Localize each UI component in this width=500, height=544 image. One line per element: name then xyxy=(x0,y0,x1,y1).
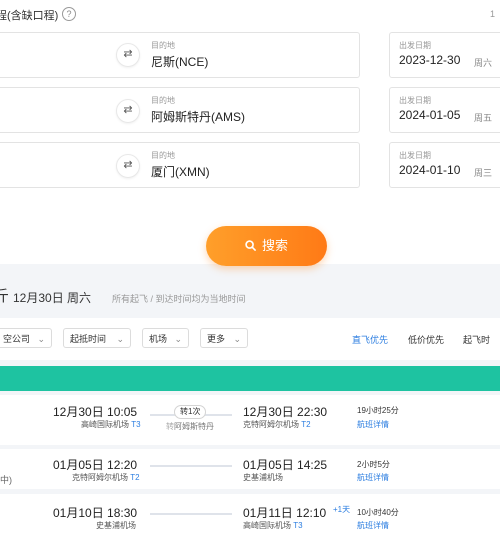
search-button[interactable]: 搜索 xyxy=(206,226,327,266)
route-line xyxy=(150,513,232,515)
flight-duration: 10小时40分 xyxy=(357,508,399,517)
departure-airport: 高崎国际机场 T3 xyxy=(81,420,141,429)
search-button-label: 搜索 xyxy=(261,238,288,253)
arrival-time: 12月30日 22:30 xyxy=(243,405,328,419)
sort-lowest-price[interactable]: 低价优先 xyxy=(408,333,444,346)
results-heading-prefix: 斤 xyxy=(0,288,10,305)
arrival-airport: 史基浦机场 xyxy=(243,473,283,482)
destination-value[interactable]: 阿姆斯特丹(AMS) xyxy=(151,108,245,125)
arrival-airport: 高崎国际机场 T3 xyxy=(243,521,303,530)
filter-airline[interactable]: 空公司 ⌄ xyxy=(0,328,52,348)
swap-icon[interactable]: ⇄ xyxy=(116,154,140,178)
swap-icon[interactable]: ⇄ xyxy=(116,43,140,67)
flight-duration: 2小时5分 xyxy=(357,460,390,469)
results-date-heading: 12月30日 周六 xyxy=(13,291,92,305)
flight-detail-link[interactable]: 航班详情 xyxy=(357,520,389,531)
arrival-time: 01月11日 12:10 xyxy=(243,506,327,520)
departure-date-value[interactable]: 2024-01-10 xyxy=(399,163,460,177)
sort-direct-first[interactable]: 直飞优先 xyxy=(352,333,388,346)
filter-label: 更多 xyxy=(207,334,226,344)
arrival-airport: 克特阿姆尔机场 T2 xyxy=(243,420,311,429)
swap-icon[interactable]: ⇄ xyxy=(116,99,140,123)
weekday-label: 周五 xyxy=(474,113,493,123)
weekday-label: 周三 xyxy=(474,168,493,178)
stop-city: 转阿姆斯特丹 xyxy=(166,422,214,431)
result-banner xyxy=(0,366,500,391)
departure-time: 12月30日 10:05 xyxy=(53,405,138,419)
departure-date-value[interactable]: 2024-01-05 xyxy=(399,108,460,122)
header-right-text: 1 xyxy=(490,9,496,19)
chevron-down-icon: ⌄ xyxy=(37,334,45,344)
chevron-down-icon: ⌄ xyxy=(233,334,241,344)
help-icon[interactable]: ? xyxy=(62,7,76,21)
departure-date-label: 出发日期 xyxy=(399,41,431,50)
departure-date-value[interactable]: 2023-12-30 xyxy=(399,53,460,67)
stop-badge[interactable]: 转1次 xyxy=(174,405,207,419)
arrival-time: 01月05日 14:25 xyxy=(243,458,328,472)
destination-label: 目的地 xyxy=(151,96,175,105)
destination-value[interactable]: 厦门(XMN) xyxy=(151,163,210,180)
flight-detail-link[interactable]: 航班详情 xyxy=(357,419,389,430)
local-time-note: 所有起飞 / 到达时间均为当地时间 xyxy=(112,294,246,304)
next-day-badge: +1天 xyxy=(333,505,351,514)
chevron-down-icon: ⌄ xyxy=(116,334,124,344)
search-icon xyxy=(245,226,256,266)
flight-detail-link[interactable]: 航班详情 xyxy=(357,472,389,483)
departure-airport: 克特阿姆尔机场 T2 xyxy=(72,473,140,482)
filter-label: 空公司 xyxy=(3,334,31,344)
departure-date-label: 出发日期 xyxy=(399,96,431,105)
cabin-tag: (中) xyxy=(0,475,12,485)
departure-airport: 史基浦机场 xyxy=(96,521,136,530)
flight-search-page: 程(含缺口程) ? 1 ⇄ 目的地 尼斯(NCE) 出发日期 2023-12-3… xyxy=(0,0,500,544)
filter-label: 起抵时间 xyxy=(70,334,107,344)
filter-label: 机场 xyxy=(149,334,168,344)
filter-more[interactable]: 更多 ⌄ xyxy=(200,328,248,348)
departure-date-label: 出发日期 xyxy=(399,151,431,160)
filter-airport[interactable]: 机场 ⌄ xyxy=(142,328,189,348)
trip-type-title: 程(含缺口程) xyxy=(0,10,59,22)
filter-time[interactable]: 起抵时间 ⌄ xyxy=(63,328,131,348)
flight-duration: 19小时25分 xyxy=(357,406,399,415)
departure-time: 01月10日 18:30 xyxy=(53,506,138,520)
weekday-label: 周六 xyxy=(474,58,493,68)
destination-value[interactable]: 尼斯(NCE) xyxy=(151,53,208,70)
chevron-down-icon: ⌄ xyxy=(174,334,182,344)
destination-label: 目的地 xyxy=(151,41,175,50)
route-line xyxy=(150,465,232,467)
departure-time: 01月05日 12:20 xyxy=(53,458,138,472)
destination-label: 目的地 xyxy=(151,151,175,160)
sort-departure-time[interactable]: 起飞时 xyxy=(463,333,490,346)
